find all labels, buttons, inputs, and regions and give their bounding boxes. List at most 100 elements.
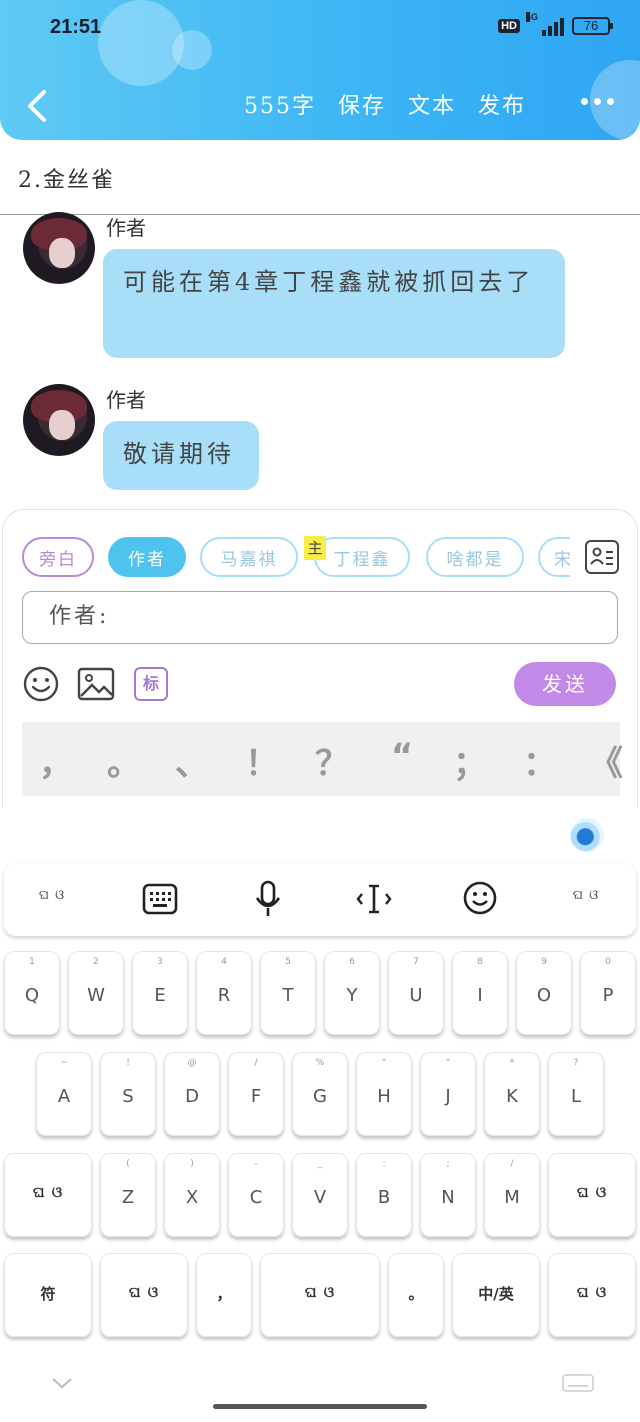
role-chip-active[interactable]: 作者 [108,537,186,577]
key-i[interactable]: 8I [452,951,508,1035]
hd-icon: HD [498,19,520,33]
message-input[interactable]: 作者: [22,591,618,644]
punct-bracket[interactable]: 《 [586,736,626,785]
keyboard-icon[interactable] [142,882,178,916]
key-j[interactable]: " J [420,1052,476,1136]
key-c[interactable]: -C [228,1153,284,1237]
key-b[interactable]: :B [356,1153,412,1237]
keyboard-mascot-icon[interactable] [570,818,604,852]
emoji-key[interactable]: ଘ ଓ [100,1253,188,1337]
punct-exclaim[interactable]: ！ [242,736,282,785]
punct-comma[interactable]: ， [36,736,76,785]
key-r[interactable]: 4R [196,951,252,1035]
key-e[interactable]: 3E [132,951,188,1035]
key-t[interactable]: 5T [260,951,316,1035]
key-a[interactable]: ~ A [36,1052,92,1136]
avatar[interactable] [23,212,95,284]
key-label: V [313,1187,327,1208]
punct-period[interactable]: 。 [104,736,144,785]
space-key[interactable]: ଘ ଓ [260,1253,380,1337]
key-s[interactable]: ! S [100,1052,156,1136]
key-u[interactable]: 7U [388,951,444,1035]
keyboard-switch-icon[interactable] [562,1374,594,1392]
key-label: P [602,985,614,1006]
publish-button[interactable]: 发布 [478,88,526,120]
message-bubble[interactable]: 敬请期待 [103,421,259,490]
key-v[interactable]: _ V [292,1153,348,1237]
send-button[interactable]: 发送 [514,662,616,706]
key-hint: ~ [60,1058,68,1068]
delete-key[interactable]: ଘ ଓ [548,1153,636,1237]
key-w[interactable]: 2W [68,951,124,1035]
key-k[interactable]: * K [484,1052,540,1136]
role-chip[interactable]: 丁程鑫 [314,537,410,577]
avatar[interactable] [23,384,95,456]
microphone-icon[interactable] [254,880,282,918]
key-label: I [477,985,483,1006]
role-chip[interactable]: 马嘉祺 [200,537,298,577]
key-o[interactable]: 9O [516,951,572,1035]
language-switch-key[interactable]: 中/英 [452,1253,540,1337]
key-hint: @ [187,1058,197,1068]
key-label: U [409,985,423,1006]
more-icon[interactable] [581,98,614,105]
key-hint: 8 [477,957,483,967]
wings-decor-icon[interactable]: ଘ ଓ [556,888,616,903]
key-h[interactable]: " H [356,1052,412,1136]
key-g[interactable]: % G [292,1052,348,1136]
key-hint: / [510,1159,514,1169]
key-m[interactable]: / M [484,1153,540,1237]
role-selector: 旁白 作者 马嘉祺 丁程鑫 啥都是 宋 [22,537,570,579]
decor-bubble [98,0,184,86]
tag-button[interactable]: 标 [134,667,168,701]
key-q[interactable]: 1Q [4,951,60,1035]
symbols-key[interactable]: 符 [4,1253,92,1337]
punct-colon[interactable]: ： [520,736,560,785]
keyboard-toolbar: ଘ ଓ ଘ ଓ [4,864,636,936]
role-chip[interactable]: 旁白 [22,537,94,577]
collapse-keyboard-icon[interactable] [50,1376,74,1390]
key-hint: 9 [541,957,547,967]
text-button[interactable]: 文本 [408,88,456,120]
key-hint: 3 [157,957,163,967]
punct-question[interactable]: ？ [312,736,352,785]
main-role-tag: 主 [304,536,326,560]
key-x[interactable]: ) X [164,1153,220,1237]
home-indicator[interactable] [213,1404,427,1409]
key-p[interactable]: 0P [580,951,636,1035]
key-y[interactable]: 6Y [324,951,380,1035]
key-hint: " [381,1058,387,1068]
comma-key[interactable]: ， [196,1253,252,1337]
save-button[interactable]: 保存 [338,88,386,120]
key-hint: 7 [413,957,419,967]
key-n[interactable]: ; N [420,1153,476,1237]
message-bubble[interactable]: 可能在第4章丁程鑫就被抓回去了 [103,249,565,358]
cursor-icon[interactable] [356,882,392,916]
period-key[interactable]: 。 [388,1253,444,1337]
wings-decor-icon[interactable]: ଘ ଓ [22,888,82,903]
image-icon[interactable] [77,666,115,702]
key-f[interactable]: / F [228,1052,284,1136]
contacts-icon[interactable] [585,540,619,574]
key-label: D [185,1086,199,1107]
role-chip[interactable]: 啥都是 [426,537,524,577]
key-d[interactable]: @ D [164,1052,220,1136]
key-hint: ? [573,1058,579,1068]
enter-key[interactable]: ଘ ଓ [548,1253,636,1337]
key-z[interactable]: (Z [100,1153,156,1237]
punct-pause[interactable]: 、 [172,736,212,785]
emoji-face-icon[interactable] [462,880,498,916]
shift-key[interactable]: ଘ ଓ [4,1153,92,1237]
key-hint: - [254,1159,258,1169]
role-chip[interactable]: 宋 [538,537,570,577]
message-sender: 作者 [106,216,146,240]
punct-quote[interactable]: “ [382,736,422,776]
back-button[interactable] [24,86,52,126]
key-hint: % [315,1058,325,1068]
punct-semicolon[interactable]: ； [450,736,490,785]
key-l[interactable]: ? L [548,1052,604,1136]
emoji-icon[interactable] [23,666,59,702]
key-label: W [87,985,105,1006]
key-hint: : [382,1159,386,1169]
chapter-title[interactable]: 2.金丝雀 [18,162,115,194]
